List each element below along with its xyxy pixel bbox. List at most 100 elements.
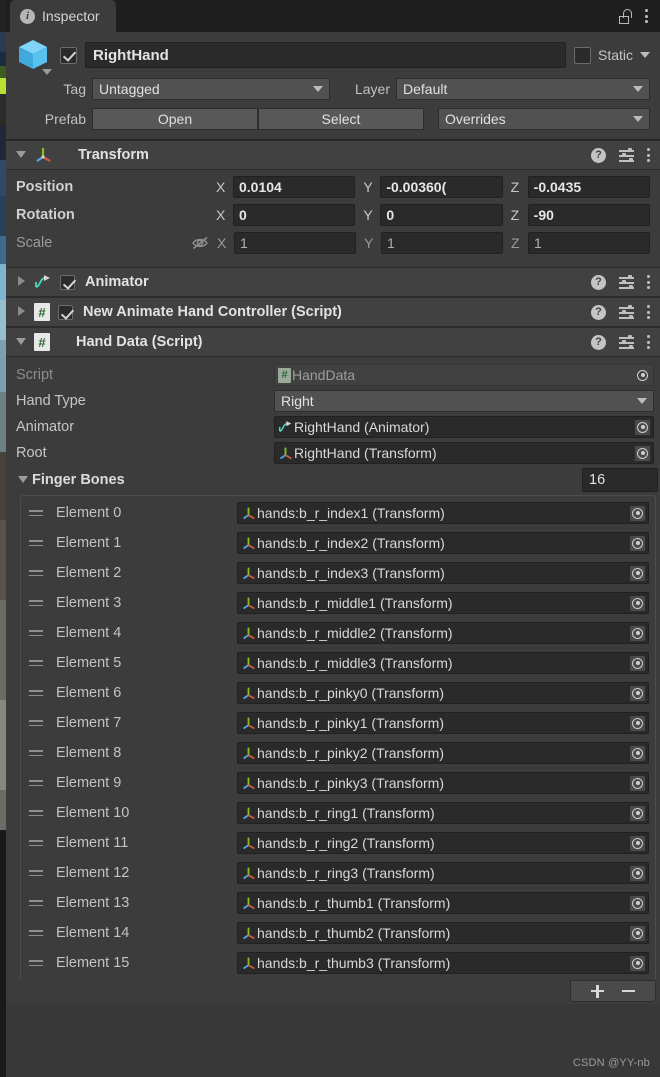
controller-foldout-icon[interactable] — [14, 305, 28, 319]
object-picker-icon[interactable] — [629, 714, 646, 732]
transform-component-header[interactable]: Transform ? — [6, 140, 660, 170]
drag-handle-icon[interactable] — [29, 569, 47, 577]
object-picker-icon[interactable] — [629, 594, 646, 612]
animator-enabled-checkbox[interactable] — [60, 274, 75, 290]
finger-bone-object-field[interactable]: hands:b_r_middle3 (Transform) — [237, 652, 649, 674]
position-z-input[interactable]: -0.0435 — [527, 176, 650, 198]
object-picker-icon[interactable] — [634, 444, 651, 462]
animator-object-field[interactable]: RightHand (Animator) — [274, 416, 654, 438]
transform-foldout-icon[interactable] — [14, 148, 28, 162]
plus-icon[interactable] — [591, 984, 604, 998]
cube-prefab-icon[interactable] — [16, 38, 52, 75]
rotation-y-input[interactable]: 0 — [380, 204, 503, 226]
drag-handle-icon[interactable] — [29, 779, 47, 787]
tag-dropdown[interactable]: Untagged — [92, 77, 330, 100]
object-picker-icon[interactable] — [629, 684, 646, 702]
drag-handle-icon[interactable] — [29, 929, 47, 937]
finger-bone-object-field[interactable]: hands:b_r_thumb1 (Transform) — [237, 892, 649, 914]
hand-data-foldout-icon[interactable] — [14, 335, 28, 349]
drag-handle-icon[interactable] — [29, 809, 47, 817]
prefab-open-button[interactable]: Open — [92, 107, 258, 130]
object-picker-icon[interactable] — [629, 654, 646, 672]
kebab-menu-icon[interactable] — [647, 148, 650, 162]
drag-handle-icon[interactable] — [29, 869, 47, 877]
eye-off-icon[interactable] — [191, 235, 211, 251]
kebab-menu-icon[interactable] — [647, 305, 650, 319]
finger-bones-array-header[interactable]: Finger Bones 16 — [6, 466, 660, 494]
controller-enabled-checkbox[interactable] — [58, 304, 73, 320]
drag-handle-icon[interactable] — [29, 749, 47, 757]
animator-foldout-icon[interactable] — [14, 275, 28, 289]
position-y-input[interactable]: -0.00360( — [380, 176, 503, 198]
finger-bone-object-field[interactable]: hands:b_r_ring2 (Transform) — [237, 832, 649, 854]
prefab-select-button[interactable]: Select — [258, 107, 424, 130]
finger-bone-object-field[interactable]: hands:b_r_index3 (Transform) — [237, 562, 649, 584]
object-picker-icon[interactable] — [629, 504, 646, 522]
drag-handle-icon[interactable] — [29, 539, 47, 547]
scale-z-input[interactable]: 1 — [528, 232, 650, 254]
finger-bone-object-field[interactable]: hands:b_r_ring1 (Transform) — [237, 802, 649, 824]
preset-icon[interactable] — [619, 148, 634, 162]
finger-bones-size-input[interactable]: 16 — [582, 468, 658, 492]
gameobject-enabled-checkbox[interactable] — [60, 46, 77, 64]
tab-inspector[interactable]: i Inspector — [10, 0, 116, 32]
object-picker-icon[interactable] — [629, 564, 646, 582]
static-chevron-down-icon[interactable] — [640, 52, 650, 58]
kebab-menu-icon[interactable] — [647, 335, 650, 349]
finger-bone-object-field[interactable]: hands:b_r_pinky2 (Transform) — [237, 742, 649, 764]
lock-open-icon[interactable] — [619, 8, 632, 24]
object-picker-icon[interactable] — [629, 774, 646, 792]
help-icon[interactable]: ? — [591, 274, 606, 290]
preset-icon[interactable] — [619, 275, 634, 289]
rotation-z-input[interactable]: -90 — [527, 204, 650, 226]
help-icon[interactable]: ? — [591, 334, 606, 350]
object-picker-icon[interactable] — [634, 418, 651, 436]
finger-bone-object-field[interactable]: hands:b_r_thumb3 (Transform) — [237, 952, 649, 974]
help-icon[interactable]: ? — [591, 304, 606, 320]
new-animate-hand-controller-header[interactable]: # New Animate Hand Controller (Script) ? — [6, 297, 660, 327]
gameobject-name-input[interactable]: RightHand — [85, 42, 566, 68]
root-object-field[interactable]: RightHand (Transform) — [274, 442, 654, 464]
preset-icon[interactable] — [619, 335, 634, 349]
finger-bone-object-field[interactable]: hands:b_r_middle1 (Transform) — [237, 592, 649, 614]
finger-bone-object-field[interactable]: hands:b_r_ring3 (Transform) — [237, 862, 649, 884]
minus-icon[interactable] — [622, 989, 635, 993]
object-picker-icon[interactable] — [629, 534, 646, 552]
object-picker-icon[interactable] — [629, 804, 646, 822]
scale-y-input[interactable]: 1 — [381, 232, 503, 254]
drag-handle-icon[interactable] — [29, 629, 47, 637]
position-x-input[interactable]: 0.0104 — [233, 176, 356, 198]
drag-handle-icon[interactable] — [29, 599, 47, 607]
drag-handle-icon[interactable] — [29, 839, 47, 847]
prefab-overrides-dropdown[interactable]: Overrides — [438, 107, 650, 130]
rotation-x-input[interactable]: 0 — [233, 204, 356, 226]
finger-bone-object-field[interactable]: hands:b_r_index1 (Transform) — [237, 502, 649, 524]
layer-dropdown[interactable]: Default — [396, 77, 650, 100]
object-picker-icon[interactable] — [629, 624, 646, 642]
drag-handle-icon[interactable] — [29, 689, 47, 697]
drag-handle-icon[interactable] — [29, 659, 47, 667]
preset-icon[interactable] — [619, 305, 634, 319]
finger-bone-object-field[interactable]: hands:b_r_pinky3 (Transform) — [237, 772, 649, 794]
finger-bone-object-field[interactable]: hands:b_r_middle2 (Transform) — [237, 622, 649, 644]
animator-component-header[interactable]: Animator ? — [6, 267, 660, 297]
object-picker-icon[interactable] — [629, 894, 646, 912]
finger-bone-object-field[interactable]: hands:b_r_thumb2 (Transform) — [237, 922, 649, 944]
drag-handle-icon[interactable] — [29, 509, 47, 517]
finger-bones-foldout-icon[interactable] — [16, 473, 30, 487]
drag-handle-icon[interactable] — [29, 719, 47, 727]
kebab-menu-icon[interactable] — [645, 9, 648, 23]
finger-bone-object-field[interactable]: hands:b_r_pinky1 (Transform) — [237, 712, 649, 734]
help-icon[interactable]: ? — [591, 147, 606, 163]
finger-bone-object-field[interactable]: hands:b_r_pinky0 (Transform) — [237, 682, 649, 704]
hand-type-dropdown[interactable]: Right — [274, 390, 654, 412]
drag-handle-icon[interactable] — [29, 899, 47, 907]
scale-x-input[interactable]: 1 — [234, 232, 356, 254]
object-picker-icon[interactable] — [629, 744, 646, 762]
object-picker-icon[interactable] — [629, 924, 646, 942]
finger-bone-object-field[interactable]: hands:b_r_index2 (Transform) — [237, 532, 649, 554]
kebab-menu-icon[interactable] — [647, 275, 650, 289]
object-picker-icon[interactable] — [629, 864, 646, 882]
hand-data-component-header[interactable]: # Hand Data (Script) ? — [6, 327, 660, 357]
object-picker-icon[interactable] — [629, 834, 646, 852]
